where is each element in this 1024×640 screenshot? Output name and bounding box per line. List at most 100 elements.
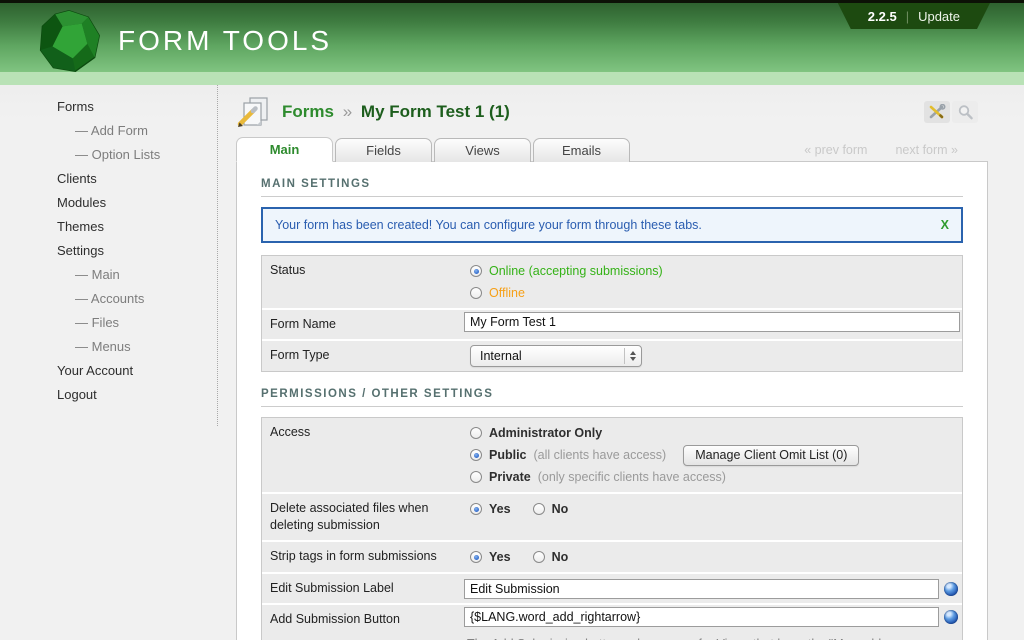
access-options: Administrator Only Public (all clients h… — [462, 418, 962, 492]
strip-tags-yes-radio[interactable] — [470, 551, 482, 563]
strip-tags-row: Strip tags in form submissions Yes No — [262, 542, 962, 574]
notification-box: Your form has been created! You can conf… — [261, 207, 963, 243]
sidebar-item-your-account[interactable]: Your Account — [57, 364, 217, 377]
edit-form-icon — [236, 96, 273, 129]
next-form-link[interactable]: next form » — [895, 143, 958, 157]
sidebar-item-files[interactable]: — Files — [57, 316, 217, 329]
logo-text: FORM TOOLS — [118, 25, 332, 57]
breadcrumb: Forms » My Form Test 1 (1) — [282, 102, 510, 122]
delete-files-no-radio[interactable] — [533, 503, 545, 515]
access-private-note: (only specific clients have access) — [538, 470, 726, 484]
tab-fields[interactable]: Fields — [335, 138, 432, 162]
page: FORM TOOLS 2.2.5 | Update Forms — Add Fo… — [0, 0, 1024, 640]
access-public-note: (all clients have access) — [534, 448, 667, 462]
prev-form-link[interactable]: « prev form — [804, 143, 867, 157]
breadcrumb-forms-link[interactable]: Forms — [282, 102, 334, 121]
status-options: Online (accepting submissions) Offline — [462, 256, 962, 308]
access-public-label[interactable]: Public — [489, 448, 527, 462]
notification-message: Your form has been created! You can conf… — [275, 218, 702, 232]
sidebar-item-option-lists[interactable]: — Option Lists — [57, 148, 217, 161]
sidebar: Forms — Add Form — Option Lists Clients … — [0, 85, 218, 426]
form-type-selected-value: Internal — [480, 349, 624, 363]
add-submission-help-text: The Add Submission button only appears f… — [464, 627, 958, 640]
sidebar-item-themes[interactable]: Themes — [57, 220, 217, 233]
access-row: Access Administrator Only Public (all cl… — [262, 418, 962, 494]
edit-submission-cell — [462, 574, 962, 603]
status-offline-label[interactable]: Offline — [489, 286, 525, 300]
content-panel: MAIN SETTINGS Your form has been created… — [236, 161, 988, 640]
form-type-select[interactable]: Internal — [470, 345, 642, 367]
formtools-gem-icon — [36, 8, 102, 74]
permissions-table: Access Administrator Only Public (all cl… — [261, 417, 963, 640]
sidebar-item-add-form[interactable]: — Add Form — [57, 124, 217, 137]
tab-main[interactable]: Main — [236, 137, 333, 162]
logo[interactable]: FORM TOOLS — [36, 8, 332, 74]
form-type-label: Form Type — [262, 341, 462, 371]
edit-tools-button[interactable] — [924, 101, 950, 123]
delete-files-yes-label[interactable]: Yes — [489, 502, 511, 516]
delete-files-yes-radio[interactable] — [470, 503, 482, 515]
manage-client-omit-list-button[interactable]: Manage Client Omit List (0) — [683, 445, 859, 466]
search-icon — [957, 104, 974, 120]
select-stepper-icon — [624, 348, 636, 364]
notification-close-button[interactable]: X — [941, 218, 949, 232]
form-name-label: Form Name — [262, 310, 462, 339]
form-type-row: Form Type Internal — [262, 341, 962, 371]
search-button[interactable] — [952, 101, 978, 123]
app-header: FORM TOOLS 2.2.5 | Update — [0, 3, 1024, 72]
delete-files-row: Delete associated files when deleting su… — [262, 494, 962, 542]
main-settings-heading: MAIN SETTINGS — [261, 178, 963, 197]
version-number: 2.2.5 — [868, 9, 897, 24]
sidebar-item-clients[interactable]: Clients — [57, 172, 217, 185]
form-name-cell — [462, 310, 962, 339]
access-public-radio[interactable] — [470, 449, 482, 461]
edit-submission-label-input[interactable] — [464, 579, 939, 599]
permissions-heading: PERMISSIONS / OTHER SETTINGS — [261, 388, 963, 407]
add-submission-cell: The Add Submission button only appears f… — [462, 605, 962, 640]
tools-icon — [928, 104, 946, 120]
add-submission-button-row: Add Submission Button The Add Submission… — [262, 605, 962, 640]
tab-views[interactable]: Views — [434, 138, 531, 162]
strip-tags-no-radio[interactable] — [533, 551, 545, 563]
strip-tags-yes-label[interactable]: Yes — [489, 550, 511, 564]
update-link[interactable]: Update — [918, 9, 960, 24]
sidebar-item-modules[interactable]: Modules — [57, 196, 217, 209]
form-name-input[interactable] — [464, 312, 960, 332]
form-name-row: Form Name — [262, 310, 962, 341]
version-separator: | — [906, 9, 909, 24]
sidebar-item-forms[interactable]: Forms — [57, 100, 217, 113]
access-label: Access — [262, 418, 462, 492]
sidebar-item-menus[interactable]: — Menus — [57, 340, 217, 353]
globe-translate-icon[interactable] — [944, 582, 958, 596]
globe-translate-icon[interactable] — [944, 610, 958, 624]
strip-tags-options: Yes No — [462, 542, 962, 572]
breadcrumb-separator: » — [339, 102, 356, 121]
form-type-cell: Internal — [462, 341, 962, 371]
sidebar-item-settings-main[interactable]: — Main — [57, 268, 217, 281]
main-area: Forms » My Form Test 1 (1) — [218, 85, 1024, 640]
page-title: My Form Test 1 (1) — [361, 102, 510, 121]
tab-emails[interactable]: Emails — [533, 138, 630, 162]
status-online-radio[interactable] — [470, 265, 482, 277]
add-submission-button-input[interactable] — [464, 607, 939, 627]
status-offline-radio[interactable] — [470, 287, 482, 299]
access-private-radio[interactable] — [470, 471, 482, 483]
access-admin-radio[interactable] — [470, 427, 482, 439]
main-settings-table: Status Online (accepting submissions) Of… — [261, 255, 963, 372]
strip-tags-no-label[interactable]: No — [552, 550, 569, 564]
access-admin-label[interactable]: Administrator Only — [489, 426, 602, 440]
delete-files-options: Yes No — [462, 494, 962, 540]
strip-tags-label: Strip tags in form submissions — [262, 542, 462, 572]
access-private-label[interactable]: Private — [489, 470, 531, 484]
page-header: Forms » My Form Test 1 (1) — [236, 94, 988, 130]
delete-files-no-label[interactable]: No — [552, 502, 569, 516]
form-pager: « prev form next form » — [804, 143, 988, 162]
delete-files-label: Delete associated files when deleting su… — [262, 494, 462, 540]
sidebar-item-settings[interactable]: Settings — [57, 244, 217, 257]
status-online-label[interactable]: Online (accepting submissions) — [489, 264, 663, 278]
add-submission-label: Add Submission Button — [262, 605, 462, 640]
version-tab: 2.2.5 | Update — [838, 3, 990, 29]
header-toolbar — [924, 101, 978, 123]
sidebar-item-accounts[interactable]: — Accounts — [57, 292, 217, 305]
sidebar-item-logout[interactable]: Logout — [57, 388, 217, 401]
